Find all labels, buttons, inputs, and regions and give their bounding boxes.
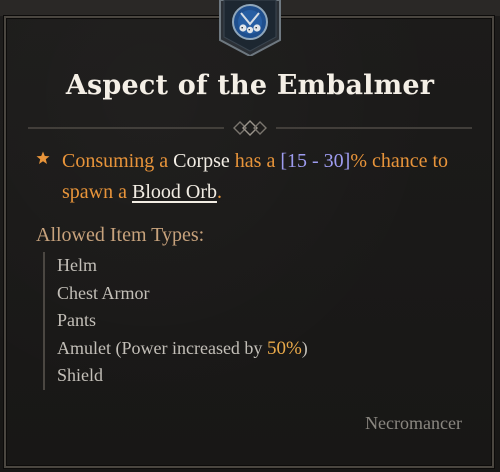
amulet-text: Amulet (Power increased by (57, 337, 267, 358)
affix-part2: has a (229, 150, 281, 172)
star-icon (36, 151, 50, 164)
class-requirement-label: Necromancer (365, 413, 462, 433)
affix-text: Consuming a Corpse has a [15 - 30]% chan… (62, 146, 482, 208)
aspect-title: Aspect of the Embalmer (65, 70, 435, 101)
aspect-tooltip: Aspect of the Embalmer Consuming a Corps… (0, 0, 500, 472)
amulet-power-bonus: 50% (266, 337, 302, 359)
amulet-close: ) (301, 337, 308, 358)
corpse-keyword: Corpse (173, 150, 230, 172)
allowed-item-types-header: Allowed Item Types: (36, 224, 205, 246)
item-type-amulet: Amulet (Power increased by 50%) (57, 335, 457, 363)
item-type-pants: Pants (57, 310, 97, 330)
item-type-chest-armor: Chest Armor (57, 282, 150, 303)
ornate-divider-icon (28, 120, 472, 136)
affix-part4: . (216, 181, 222, 203)
blood-orb-keyword[interactable]: Blood Orb (132, 181, 217, 203)
item-type-shield: Shield (57, 365, 104, 385)
item-type-helm: Helm (57, 255, 97, 275)
chance-range: [15 - 30] (280, 150, 351, 172)
item-types-list: Helm Chest Armor Pants Amulet (Power inc… (43, 252, 457, 390)
affix-part1: Consuming a (62, 150, 174, 172)
necromancer-skull-emblem-icon (219, 0, 281, 56)
